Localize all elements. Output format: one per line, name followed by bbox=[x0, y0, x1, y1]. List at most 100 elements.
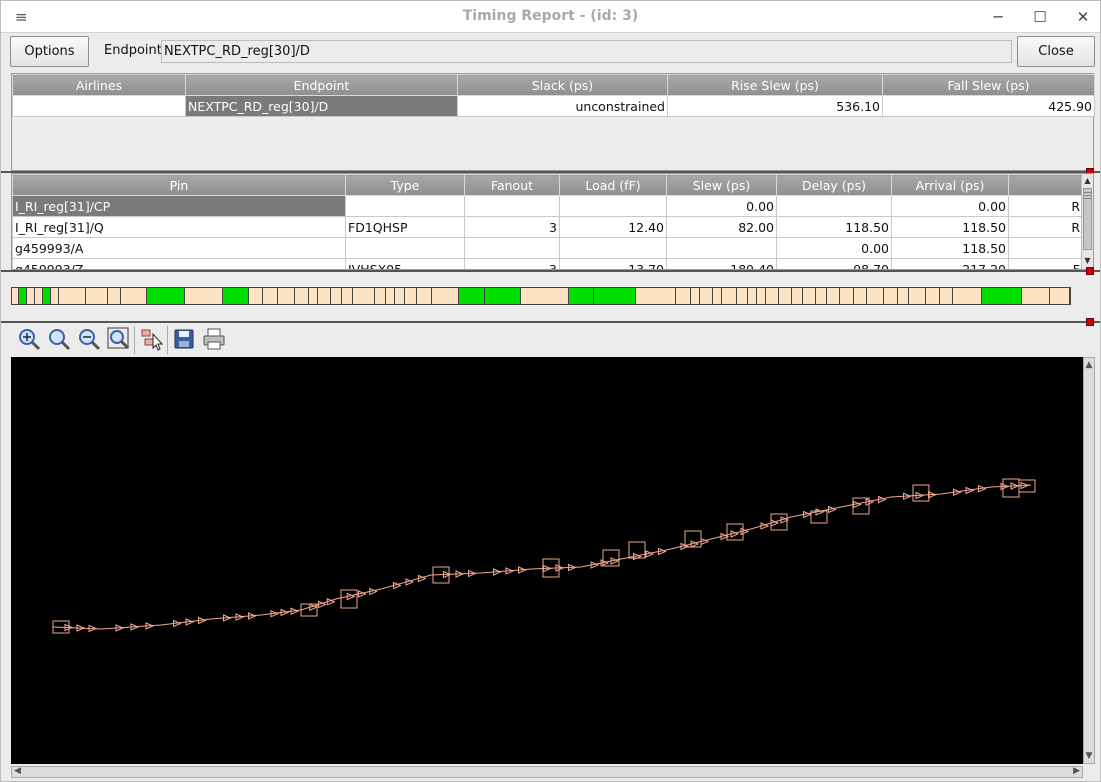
close-button[interactable]: Close bbox=[1017, 36, 1095, 67]
cell-delay-segment[interactable] bbox=[940, 288, 954, 304]
cell-delay-segment[interactable] bbox=[294, 288, 310, 304]
cell-delay-segment[interactable] bbox=[432, 288, 460, 304]
cell-delay-segment[interactable] bbox=[353, 288, 376, 304]
schematic-canvas[interactable] bbox=[11, 357, 1083, 764]
cell-delay-segment[interactable] bbox=[766, 288, 780, 304]
column-header[interactable] bbox=[1008, 174, 1083, 196]
cell-delay-segment[interactable] bbox=[779, 288, 792, 304]
cell-delay-segment[interactable] bbox=[184, 288, 224, 304]
column-header[interactable]: Fall Slew (ps) bbox=[882, 74, 1095, 96]
cell-delay-segment[interactable] bbox=[757, 288, 767, 304]
cell-delay-segment[interactable] bbox=[854, 288, 868, 304]
cell-delay-segment[interactable] bbox=[722, 288, 737, 304]
column-header[interactable]: Delay (ps) bbox=[776, 174, 892, 196]
column-header[interactable]: Endpoint bbox=[185, 74, 458, 96]
cell-delay-segment[interactable] bbox=[700, 288, 714, 304]
splitter-3[interactable] bbox=[1, 318, 1100, 326]
splitter-handle[interactable] bbox=[1086, 267, 1094, 275]
table-row[interactable]: I_RI_reg[31]/Q FD1QHSP 3 12.40 82.00 118.50 11… bbox=[12, 216, 1083, 238]
net-delay-segment[interactable] bbox=[146, 288, 185, 304]
cell-delay-segment[interactable] bbox=[331, 288, 343, 304]
net-delay-segment[interactable] bbox=[223, 288, 249, 304]
scroll-thumb[interactable] bbox=[1083, 188, 1092, 250]
column-header[interactable]: Fanout bbox=[464, 174, 560, 196]
scroll-left-icon[interactable]: ◀ bbox=[14, 766, 21, 776]
cell-delay-segment[interactable] bbox=[747, 288, 758, 304]
cell-delay-segment[interactable] bbox=[636, 288, 677, 304]
table-row[interactable]: I_RI_reg[31]/CP 0.00 0.00 R bbox=[12, 195, 1083, 217]
net-delay-segment[interactable] bbox=[594, 288, 637, 304]
cell-delay-segment[interactable] bbox=[58, 288, 87, 304]
net-delay-segment[interactable] bbox=[459, 288, 485, 304]
cell-delay-segment[interactable] bbox=[925, 288, 941, 304]
minimize-button[interactable]: ─ bbox=[986, 6, 1010, 28]
cell-delay-segment[interactable] bbox=[953, 288, 983, 304]
cell-delay-segment[interactable] bbox=[898, 288, 910, 304]
cell-delay-segment[interactable] bbox=[826, 288, 840, 304]
cell-delay-segment[interactable] bbox=[108, 288, 122, 304]
cell-delay-segment[interactable] bbox=[318, 288, 332, 304]
table-row[interactable]: g459993/Z IVHSX05 3 13.70 189.40 98.70 217.20 F bbox=[12, 258, 1083, 269]
window-close-button[interactable]: ✕ bbox=[1071, 6, 1095, 28]
scroll-down-icon[interactable]: ▼ bbox=[1083, 256, 1092, 266]
column-header[interactable]: Airlines bbox=[12, 74, 186, 96]
options-button[interactable]: Options bbox=[10, 36, 89, 67]
cell-delay-segment[interactable] bbox=[417, 288, 432, 304]
zoom-normal-icon[interactable] bbox=[46, 326, 72, 352]
net-delay-segment[interactable] bbox=[982, 288, 1023, 304]
schematic-horizontal-scrollbar[interactable]: ◀ ▶ bbox=[11, 766, 1083, 778]
splitter-2[interactable] bbox=[1, 267, 1100, 275]
cell-delay-segment[interactable] bbox=[802, 288, 816, 304]
cell-delay-segment[interactable] bbox=[86, 288, 109, 304]
cell-delay-segment[interactable] bbox=[12, 288, 20, 304]
splitter-handle[interactable] bbox=[1086, 318, 1094, 326]
column-header[interactable]: Rise Slew (ps) bbox=[667, 74, 883, 96]
cell-delay-segment[interactable] bbox=[386, 288, 396, 304]
net-delay-segment[interactable] bbox=[19, 288, 27, 304]
cell-delay-segment[interactable] bbox=[676, 288, 692, 304]
cell-delay-segment[interactable] bbox=[839, 288, 855, 304]
cell-delay-segment[interactable] bbox=[736, 288, 748, 304]
cell-delay-segment[interactable] bbox=[309, 288, 319, 304]
scroll-up-icon[interactable]: ▲ bbox=[1084, 360, 1094, 370]
column-header[interactable]: Pin bbox=[12, 174, 346, 196]
cell-delay-segment[interactable] bbox=[121, 288, 147, 304]
column-header[interactable]: Slack (ps) bbox=[457, 74, 668, 96]
cell-delay-segment[interactable] bbox=[1022, 288, 1050, 304]
maximize-button[interactable]: ☐ bbox=[1028, 6, 1052, 28]
scroll-down-icon[interactable]: ▼ bbox=[1084, 751, 1094, 761]
cell-delay-segment[interactable] bbox=[342, 288, 354, 304]
cell-delay-segment[interactable] bbox=[50, 288, 59, 304]
cell-delay-segment[interactable] bbox=[521, 288, 569, 304]
net-delay-segment[interactable] bbox=[43, 288, 51, 304]
table-row[interactable]: g459993/A 0.00 118.50 bbox=[12, 237, 1083, 259]
cell-delay-segment[interactable] bbox=[375, 288, 387, 304]
cell-delay-segment[interactable] bbox=[867, 288, 884, 304]
zoom-out-icon[interactable] bbox=[76, 326, 102, 352]
schematic-vertical-scrollbar[interactable]: ▲ ▼ bbox=[1083, 357, 1095, 764]
cell-delay-segment[interactable] bbox=[691, 288, 701, 304]
cell-delay-segment[interactable] bbox=[404, 288, 418, 304]
cell-delay-segment[interactable] bbox=[713, 288, 723, 304]
cell-delay-segment[interactable] bbox=[263, 288, 279, 304]
scroll-up-icon[interactable]: ▲ bbox=[1083, 176, 1092, 186]
cell-delay-segment[interactable] bbox=[248, 288, 264, 304]
select-pointer-icon[interactable] bbox=[139, 326, 165, 352]
column-header[interactable]: Type bbox=[345, 174, 465, 196]
net-delay-segment[interactable] bbox=[484, 288, 522, 304]
column-header[interactable]: Load (fF) bbox=[559, 174, 667, 196]
cell-delay-segment[interactable] bbox=[35, 288, 44, 304]
cell-delay-segment[interactable] bbox=[815, 288, 827, 304]
column-header[interactable]: Arrival (ps) bbox=[891, 174, 1009, 196]
path-table-scrollbar[interactable]: ▲ ▼ bbox=[1081, 174, 1093, 269]
cell-delay-segment[interactable] bbox=[909, 288, 926, 304]
print-icon[interactable] bbox=[201, 326, 227, 352]
column-header[interactable]: Slew (ps) bbox=[666, 174, 777, 196]
zoom-in-icon[interactable] bbox=[16, 326, 42, 352]
cell-delay-segment[interactable] bbox=[791, 288, 803, 304]
table-row[interactable]: NEXTPC_RD_reg[30]/D unconstrained 536.10 42… bbox=[12, 95, 1095, 117]
cell-delay-segment[interactable] bbox=[395, 288, 405, 304]
net-delay-segment[interactable] bbox=[568, 288, 595, 304]
cell-delay-segment[interactable] bbox=[278, 288, 295, 304]
cell-delay-segment[interactable] bbox=[1049, 288, 1070, 304]
